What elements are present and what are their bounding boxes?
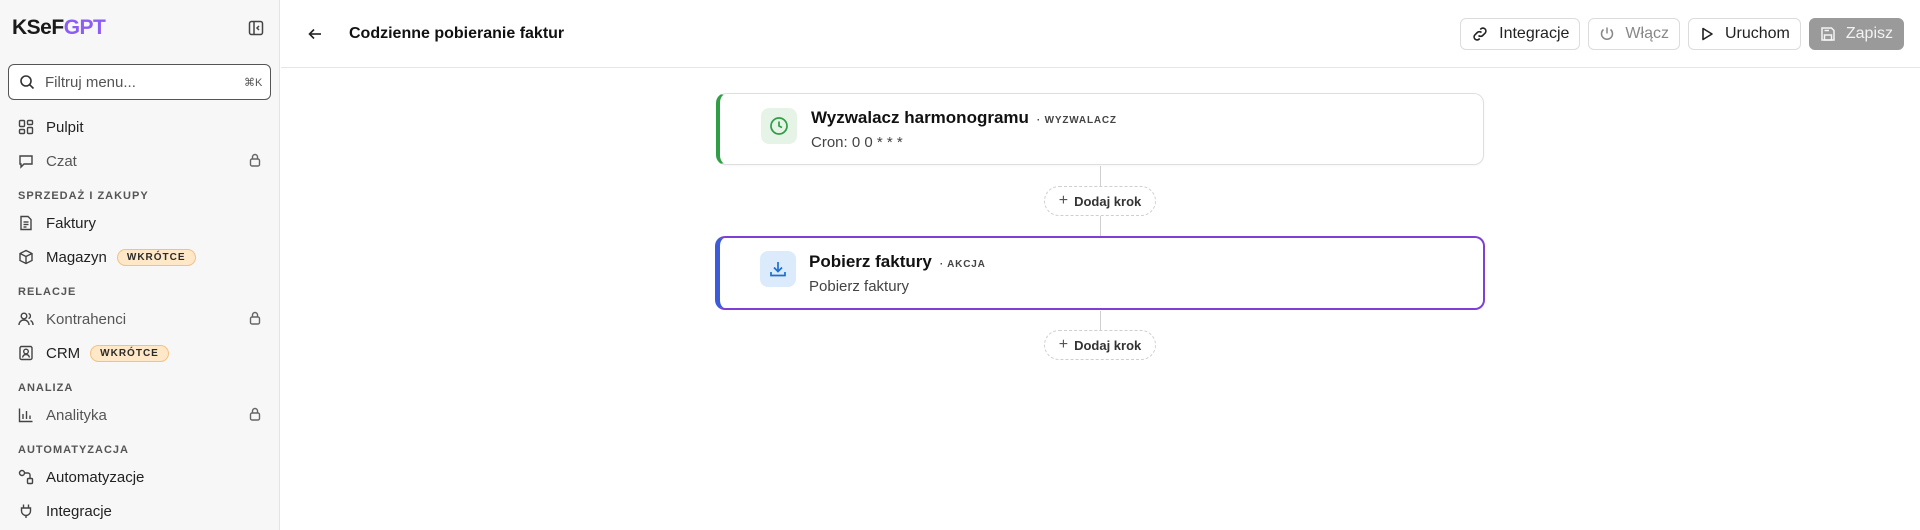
sidebar-header: KSeFGPT <box>0 0 279 56</box>
sidebar-collapse-icon[interactable] <box>245 17 267 39</box>
action-node[interactable]: Pobierz faktury · AKCJA Pobierz faktury <box>715 236 1485 310</box>
lock-icon <box>249 153 261 171</box>
sidebar-item-kontrahenci[interactable]: Kontrahenci <box>0 302 279 336</box>
power-icon <box>1599 26 1615 42</box>
action-title: Pobierz faktury <box>809 252 932 271</box>
sidebar-item-label: Kontrahenci <box>46 310 127 328</box>
node-title: Wyzwalacz harmonogramu · WYZWALACZ <box>811 108 1117 128</box>
sidebar: KSeFGPT ⌘K Pulpit Czat SPRZEDAŻ I ZAKUPY… <box>0 0 280 530</box>
status-badge: WKRÓTCE <box>116 248 196 266</box>
workflow-icon <box>18 468 36 486</box>
trigger-title: Wyzwalacz harmonogramu <box>811 108 1029 127</box>
sidebar-item-label: Pulpit <box>46 118 84 136</box>
sidebar-item-magazyn[interactable]: Magazyn WKRÓTCE <box>0 240 279 274</box>
connector-line <box>1100 311 1101 330</box>
sidebar-item-label: Czat <box>46 152 77 170</box>
search-shortcut: ⌘K <box>244 76 263 89</box>
logo-text: KSeF <box>12 16 64 39</box>
section-heading: AUTOMATYZACJA <box>18 444 129 456</box>
node-type-tag: · AKCJA <box>939 259 986 270</box>
button-label: Integracje <box>1499 25 1570 42</box>
sidebar-nav: Pulpit Czat SPRZEDAŻ I ZAKUPY Faktury Ma… <box>0 110 279 528</box>
sidebar-item-label: Integracje <box>46 502 112 520</box>
sidebar-item-label: CRM <box>46 344 81 362</box>
save-icon <box>1820 26 1836 42</box>
button-label: Uruchom <box>1724 25 1790 42</box>
link-icon <box>1471 25 1489 43</box>
download-icon <box>760 251 796 287</box>
section-heading: RELACJE <box>18 286 77 298</box>
plug-icon <box>18 502 36 520</box>
sidebar-item-integracje[interactable]: Integracje <box>0 494 279 528</box>
search-icon <box>19 74 35 90</box>
dashboard-icon <box>18 118 36 136</box>
button-label: Zapisz <box>1845 25 1893 42</box>
sidebar-item-pulpit[interactable]: Pulpit <box>0 110 279 144</box>
header-actions: Integracje Włącz Uruchom Zapisz <box>1460 18 1904 50</box>
plus-icon: + <box>1058 192 1069 209</box>
sidebar-item-label: Analityka <box>46 406 107 424</box>
logo-accent-text: GPT <box>63 16 106 39</box>
contact-icon <box>18 344 36 362</box>
sidebar-item-czat[interactable]: Czat <box>0 144 279 178</box>
lock-icon <box>249 311 261 329</box>
add-step-button[interactable]: + Dodaj krok <box>1044 186 1156 216</box>
sidebar-item-automatyzacje[interactable]: Automatyzacje <box>0 460 279 494</box>
bar-chart-icon <box>18 406 36 424</box>
sidebar-item-faktury[interactable]: Faktury <box>0 206 279 240</box>
plus-icon: + <box>1058 336 1069 353</box>
button-label: Dodaj krok <box>1074 193 1142 209</box>
box-icon <box>18 248 36 266</box>
play-icon <box>1699 26 1715 42</box>
node-type-tag: · WYZWALACZ <box>1036 115 1117 126</box>
button-label: Włącz <box>1625 25 1669 42</box>
menu-search[interactable]: ⌘K <box>8 64 271 100</box>
sidebar-item-label: Faktury <box>46 214 97 232</box>
users-icon <box>18 310 36 328</box>
page-title: Codzienne pobieranie faktur <box>349 24 565 42</box>
sidebar-item-label: Magazyn <box>46 248 107 266</box>
lock-icon <box>249 407 261 425</box>
integrations-button[interactable]: Integracje <box>1460 18 1581 50</box>
sidebar-item-analityka[interactable]: Analityka <box>0 398 279 432</box>
app-logo[interactable]: KSeFGPT <box>12 16 106 40</box>
connector-line <box>1100 216 1101 236</box>
action-description: Pobierz faktury <box>809 278 910 295</box>
sidebar-item-crm[interactable]: CRM WKRÓTCE <box>0 336 279 370</box>
add-step-button[interactable]: + Dodaj krok <box>1044 330 1156 360</box>
run-button[interactable]: Uruchom <box>1687 18 1801 50</box>
page-header: Codzienne pobieranie faktur Integracje W… <box>281 0 1920 68</box>
node-title: Pobierz faktury · AKCJA <box>809 252 986 272</box>
chat-icon <box>18 152 36 170</box>
save-button[interactable]: Zapisz <box>1808 18 1904 50</box>
status-badge: WKRÓTCE <box>90 344 169 362</box>
menu-search-input[interactable] <box>45 73 244 91</box>
section-heading: ANALIZA <box>18 382 74 394</box>
clock-icon <box>761 108 797 144</box>
section-heading: SPRZEDAŻ I ZAKUPY <box>18 190 149 202</box>
back-arrow-icon[interactable] <box>303 22 327 46</box>
button-label: Dodaj krok <box>1074 337 1142 353</box>
sidebar-item-label: Automatyzacje <box>46 468 145 486</box>
connector-line <box>1100 166 1101 186</box>
enable-button[interactable]: Włącz <box>1588 18 1680 50</box>
trigger-cron: Cron: 0 0 * * * <box>811 134 903 151</box>
document-icon <box>18 214 36 232</box>
trigger-node[interactable]: Wyzwalacz harmonogramu · WYZWALACZ Cron:… <box>716 93 1484 165</box>
